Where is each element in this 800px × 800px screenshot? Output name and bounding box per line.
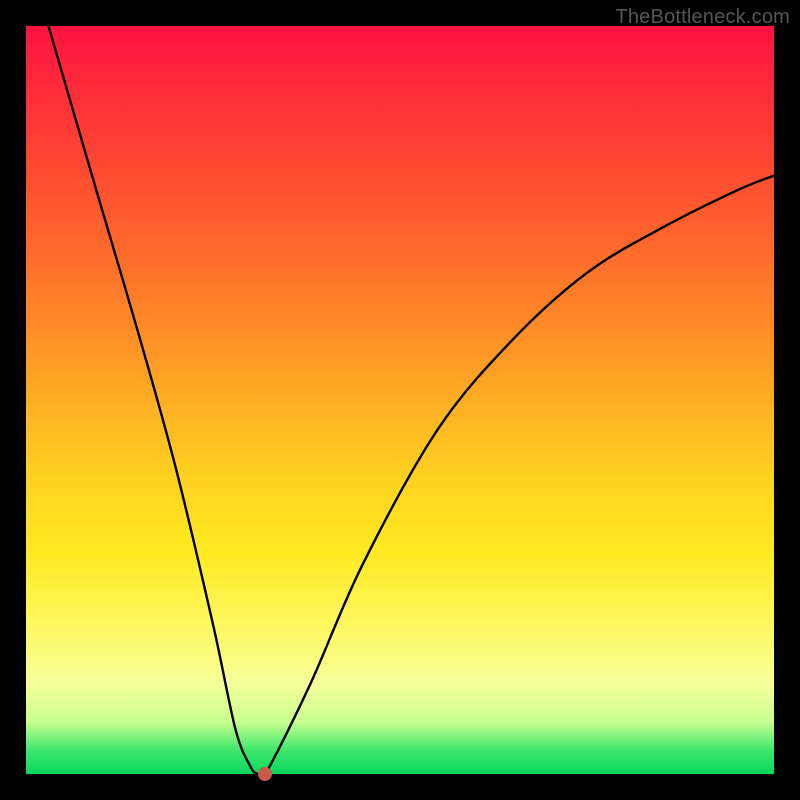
optimum-marker — [258, 767, 272, 781]
chart-frame: TheBottleneck.com — [0, 0, 800, 800]
plot-gradient-background — [26, 26, 774, 774]
